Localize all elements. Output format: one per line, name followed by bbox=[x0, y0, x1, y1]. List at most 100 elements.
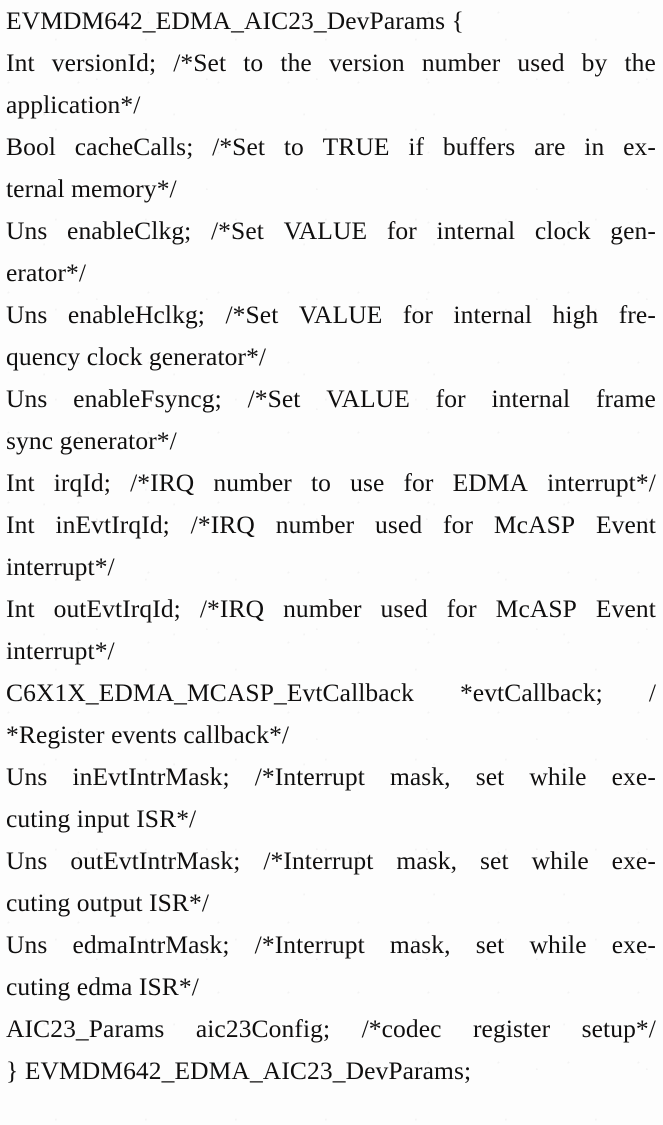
code-line: AIC23_Params aic23Config; /*codec register s… bbox=[6, 1008, 656, 1050]
code-word: /*Interrupt bbox=[263, 846, 374, 875]
code-word: Int bbox=[6, 510, 35, 539]
code-word: the bbox=[280, 48, 312, 77]
code-word: McASP bbox=[495, 594, 577, 623]
code-word: gen- bbox=[610, 216, 656, 245]
code-word: Event bbox=[595, 510, 656, 539]
code-line: Uns inEvtIntrMask; /*Interrupt mask, set whil… bbox=[6, 756, 656, 798]
code-word: to bbox=[310, 468, 332, 497]
code-line: Uns edmaIntrMask; /*Interrupt mask, set while… bbox=[6, 924, 656, 966]
code-word: if bbox=[408, 132, 425, 161]
code-line: Bool cacheCalls; /*Set to TRUE if buffers are in… bbox=[6, 126, 656, 168]
code-word: register bbox=[472, 1014, 551, 1043]
code-word: for bbox=[435, 384, 466, 413]
code-word: /*IRQ bbox=[199, 594, 265, 623]
code-word: while bbox=[529, 930, 587, 959]
code-word: number bbox=[283, 594, 362, 623]
code-word: inEvtIrqId; bbox=[55, 510, 170, 539]
code-word: /*Set bbox=[211, 216, 264, 245]
code-word: clock bbox=[534, 216, 591, 245]
code-word: by bbox=[581, 48, 608, 77]
code-line: EVMDM642_EDMA_AIC23_DevParams { bbox=[6, 6, 465, 35]
code-word: McASP bbox=[493, 510, 576, 539]
code-word: Uns bbox=[6, 846, 48, 875]
code-word: Uns bbox=[6, 216, 48, 245]
code-word: TRUE bbox=[322, 132, 390, 161]
code-word: fre- bbox=[618, 300, 656, 329]
code-line: interrupt*/ bbox=[6, 636, 115, 665]
code-word: outEvtIntrMask; bbox=[70, 846, 241, 875]
code-word: Int bbox=[6, 468, 35, 497]
code-line: } EVMDM642_EDMA_AIC23_DevParams; bbox=[6, 1056, 472, 1085]
code-word: are bbox=[534, 132, 566, 161]
code-word: edmaIntrMask; bbox=[72, 930, 230, 959]
code-line: cuting input ISR*/ bbox=[6, 804, 197, 833]
code-word: while bbox=[529, 762, 587, 791]
code-word: for bbox=[386, 216, 417, 245]
code-word: /*Interrupt bbox=[254, 930, 365, 959]
code-word: used bbox=[517, 48, 565, 77]
code-line: erator*/ bbox=[6, 258, 87, 287]
code-word: /*Interrupt bbox=[254, 762, 365, 791]
code-word: Uns bbox=[6, 930, 48, 959]
code-word: *evtCallback; bbox=[459, 678, 603, 707]
code-word: irqId; bbox=[53, 468, 111, 497]
code-line: Int irqId; /*IRQ number to use for EDMA interrup… bbox=[6, 462, 656, 504]
code-word: /*Set bbox=[225, 300, 279, 329]
code-word: the bbox=[624, 48, 656, 77]
code-word: /*IRQ bbox=[130, 468, 195, 497]
code-listing: EVMDM642_EDMA_AIC23_DevParams { Int versio… bbox=[6, 0, 656, 1092]
code-word: AIC23_Params bbox=[6, 1014, 165, 1043]
code-word: /*Set bbox=[247, 384, 301, 413]
code-word: internal bbox=[491, 384, 571, 413]
code-word: /*Set bbox=[173, 48, 227, 77]
code-word: enableFsyncg; bbox=[73, 384, 222, 413]
code-word: outEvtIrqId; bbox=[53, 594, 181, 623]
code-word: / bbox=[648, 678, 656, 707]
code-word: interrupt*/ bbox=[547, 468, 656, 497]
code-word: frame bbox=[595, 384, 656, 413]
code-word: used bbox=[380, 594, 428, 623]
code-word: number bbox=[421, 48, 501, 77]
code-word: use bbox=[350, 468, 385, 497]
code-word: /*codec bbox=[361, 1014, 442, 1043]
code-word: internal bbox=[453, 300, 533, 329]
code-line: Int inEvtIrqId; /*IRQ number used for McASP Eve… bbox=[6, 504, 656, 546]
code-word: exe- bbox=[611, 930, 656, 959]
code-word: for bbox=[443, 510, 474, 539]
code-line: C6X1X_EDMA_MCASP_EvtCallback *evtCallback… bbox=[6, 672, 656, 714]
code-line: Uns enableClkg; /*Set VALUE for internal clock… bbox=[6, 210, 656, 252]
code-word: high bbox=[552, 300, 599, 329]
code-word: Uns bbox=[6, 762, 48, 791]
code-word: in bbox=[584, 132, 605, 161]
code-line: Uns enableFsyncg; /*Set VALUE for internal fra… bbox=[6, 378, 656, 420]
code-line: *Register events callback*/ bbox=[6, 720, 290, 749]
code-word: Bool bbox=[6, 132, 56, 161]
code-word: for bbox=[402, 300, 433, 329]
code-word: mask, bbox=[389, 930, 451, 959]
code-word: set bbox=[480, 846, 509, 875]
code-word: Uns bbox=[6, 384, 48, 413]
code-word: exe- bbox=[611, 846, 656, 875]
code-word: exe- bbox=[611, 762, 656, 791]
code-word: while bbox=[531, 846, 589, 875]
code-line: application*/ bbox=[6, 90, 141, 119]
code-word: Int bbox=[6, 48, 35, 77]
code-word: number bbox=[275, 510, 355, 539]
code-word: set bbox=[475, 762, 505, 791]
code-word: VALUE bbox=[298, 300, 383, 329]
code-word: VALUE bbox=[283, 216, 368, 245]
code-word: Uns bbox=[6, 300, 48, 329]
code-word: internal bbox=[436, 216, 516, 245]
code-word: number bbox=[213, 468, 292, 497]
code-word: versionId; bbox=[51, 48, 157, 77]
code-word: buffers bbox=[442, 132, 516, 161]
code-word: to bbox=[283, 132, 304, 161]
code-line: interrupt*/ bbox=[6, 552, 115, 581]
code-word: for bbox=[446, 594, 477, 623]
code-line: quency clock generator*/ bbox=[6, 342, 267, 371]
code-line: Uns enableHclkg; /*Set VALUE for internal high… bbox=[6, 294, 656, 336]
code-line: Int outEvtIrqId; /*IRQ number used for McASP Ev… bbox=[6, 588, 656, 630]
code-word: mask, bbox=[389, 762, 451, 791]
code-word: inEvtIntrMask; bbox=[72, 762, 230, 791]
code-line: cuting edma ISR*/ bbox=[6, 972, 199, 1001]
